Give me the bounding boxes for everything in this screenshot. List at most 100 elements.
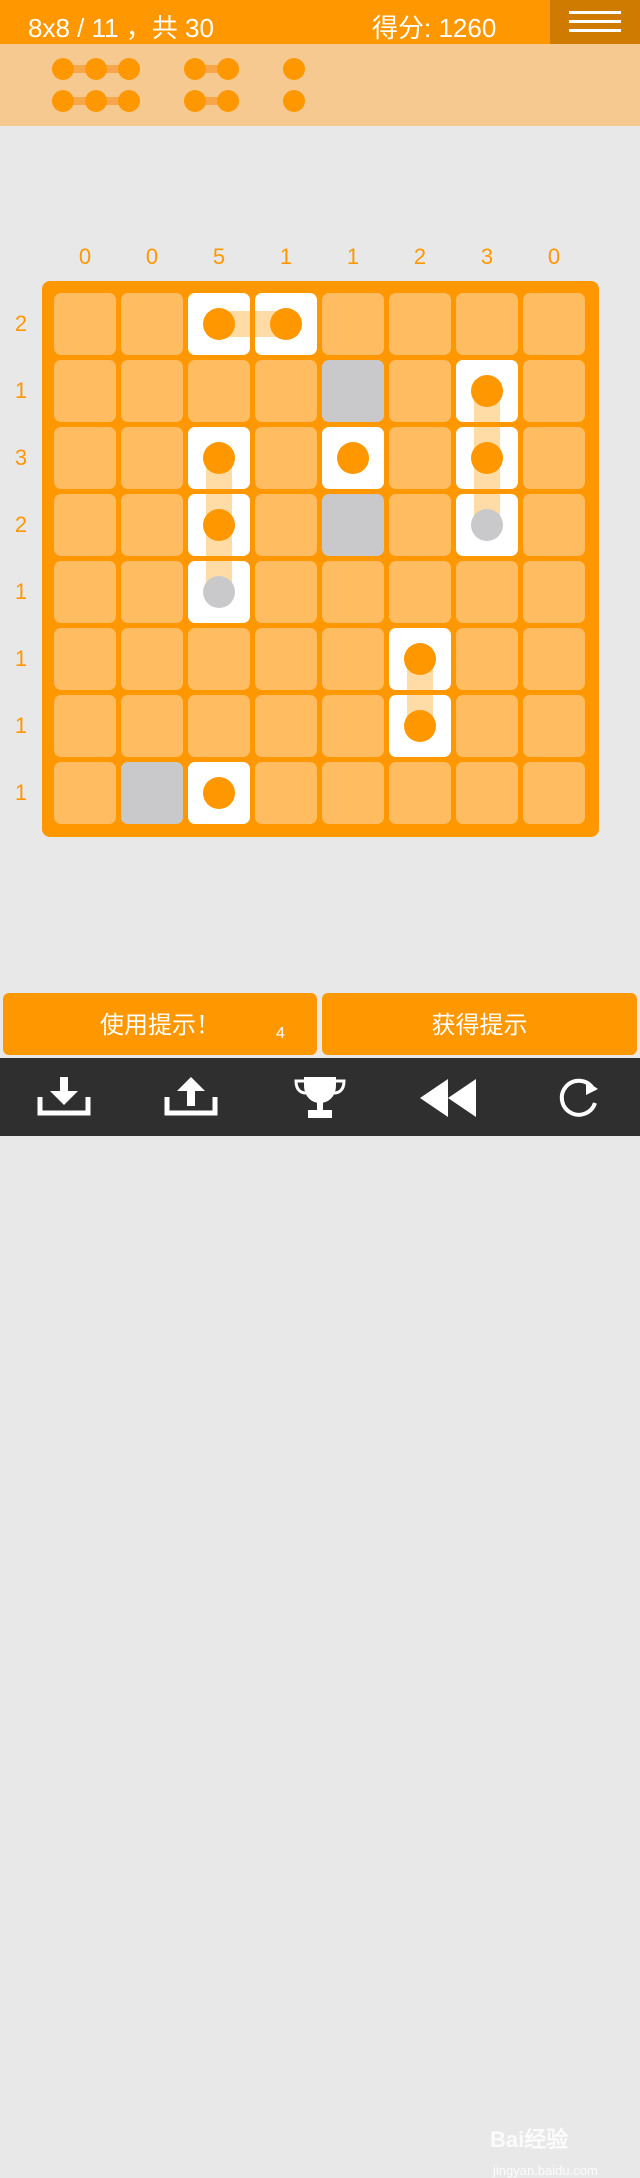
row-hint: 1: [14, 378, 28, 403]
board-cell[interactable]: [255, 360, 317, 422]
ship-size-2: [184, 58, 239, 80]
board-cell[interactable]: [322, 293, 384, 355]
row-hint: 2: [14, 311, 28, 336]
ship-legend: [0, 44, 640, 126]
board-cell[interactable]: [389, 293, 451, 355]
board-cell[interactable]: [188, 628, 250, 690]
board-cell[interactable]: [523, 628, 585, 690]
board-cell[interactable]: [322, 762, 384, 824]
board-cell[interactable]: [523, 293, 585, 355]
board-cell[interactable]: [255, 561, 317, 623]
column-hint: 3: [480, 244, 494, 269]
board-cell[interactable]: [389, 561, 451, 623]
bottom-toolbar: Bai经验 jingyan.baidu.com: [0, 1058, 640, 2178]
use-hint-label: 使用提示！: [100, 1012, 220, 1039]
ship-dot: [184, 90, 206, 112]
ship-segment-marker: [404, 710, 436, 742]
board-cell[interactable]: [121, 762, 183, 824]
board-cell[interactable]: [255, 628, 317, 690]
board-cell[interactable]: [456, 561, 518, 623]
board-cell[interactable]: [523, 561, 585, 623]
ship-segment-marker: [203, 777, 235, 809]
board-cell[interactable]: [121, 494, 183, 556]
board-cell[interactable]: [456, 628, 518, 690]
board-cell[interactable]: [322, 360, 384, 422]
ship-dot: [52, 90, 74, 112]
column-hint: 5: [212, 244, 226, 269]
ship-size-3: [52, 58, 140, 80]
board-cell[interactable]: [255, 427, 317, 489]
ship-segment-marker: [270, 308, 302, 340]
board-cell[interactable]: [523, 427, 585, 489]
board-cell[interactable]: [54, 695, 116, 757]
board-cell[interactable]: [121, 561, 183, 623]
ship-dot: [217, 90, 239, 112]
board-cell[interactable]: [389, 427, 451, 489]
score-display: 得分: 1260: [372, 13, 497, 43]
ship-size-1: [283, 90, 305, 112]
get-hint-label: 获得提示: [431, 1012, 528, 1039]
hamburger-line: [569, 29, 621, 32]
board-cell[interactable]: [255, 762, 317, 824]
level-indicator: 8x8 / 11 ，共 30: [28, 13, 214, 43]
board-cell[interactable]: [54, 628, 116, 690]
board-cell[interactable]: [322, 695, 384, 757]
board-cell[interactable]: [121, 695, 183, 757]
board-cell[interactable]: [121, 427, 183, 489]
ship-dot: [283, 58, 305, 80]
upload-icon[interactable]: [161, 1075, 221, 1121]
board-cell[interactable]: [121, 293, 183, 355]
board-cell[interactable]: [322, 561, 384, 623]
rewind-icon[interactable]: [418, 1075, 478, 1121]
column-hint: 1: [279, 244, 293, 269]
hamburger-line: [569, 20, 621, 23]
ship-dot: [118, 90, 140, 112]
board-cell[interactable]: [54, 293, 116, 355]
ship-segment-marker: [203, 509, 235, 541]
board-cell[interactable]: [54, 494, 116, 556]
board-cell[interactable]: [456, 695, 518, 757]
ship-dot: [85, 90, 107, 112]
board-cell[interactable]: [523, 360, 585, 422]
board-cell[interactable]: [255, 494, 317, 556]
board-cell[interactable]: [389, 360, 451, 422]
board-cell[interactable]: [389, 762, 451, 824]
hamburger-line: [569, 11, 621, 14]
ship-size-2: [184, 90, 239, 112]
board-cell[interactable]: [121, 360, 183, 422]
board-cell[interactable]: [322, 494, 384, 556]
board-cell[interactable]: [523, 762, 585, 824]
row-hint: 1: [14, 579, 28, 604]
board-cell[interactable]: [523, 695, 585, 757]
board-cell[interactable]: [456, 293, 518, 355]
trophy-icon[interactable]: [290, 1075, 350, 1121]
ship-end-marker: [471, 509, 503, 541]
restart-icon[interactable]: [548, 1075, 608, 1121]
get-hint-button[interactable]: 获得提示: [322, 993, 637, 1055]
board-cell[interactable]: [188, 695, 250, 757]
ship-dot: [217, 58, 239, 80]
column-hint: 0: [78, 244, 92, 269]
board-cell[interactable]: [54, 762, 116, 824]
ship-size-3: [52, 90, 140, 112]
board-cell[interactable]: [255, 695, 317, 757]
board-cell[interactable]: [54, 360, 116, 422]
use-hint-button[interactable]: 使用提示！ 4: [3, 993, 317, 1055]
row-hint: 1: [14, 646, 28, 671]
board-cell[interactable]: [523, 494, 585, 556]
board-cell[interactable]: [322, 628, 384, 690]
board-cell[interactable]: [188, 360, 250, 422]
ship-size-1: [283, 58, 305, 80]
download-icon[interactable]: [34, 1075, 94, 1121]
ship-dot: [283, 90, 305, 112]
board-cell[interactable]: [121, 628, 183, 690]
ship-segment-marker: [203, 308, 235, 340]
board-cell[interactable]: [54, 561, 116, 623]
board-cell[interactable]: [389, 494, 451, 556]
row-hint: 3: [14, 445, 28, 470]
menu-button[interactable]: [550, 0, 640, 44]
ship-segment-marker: [337, 442, 369, 474]
column-hint: 0: [547, 244, 561, 269]
board-cell[interactable]: [54, 427, 116, 489]
board-cell[interactable]: [456, 762, 518, 824]
